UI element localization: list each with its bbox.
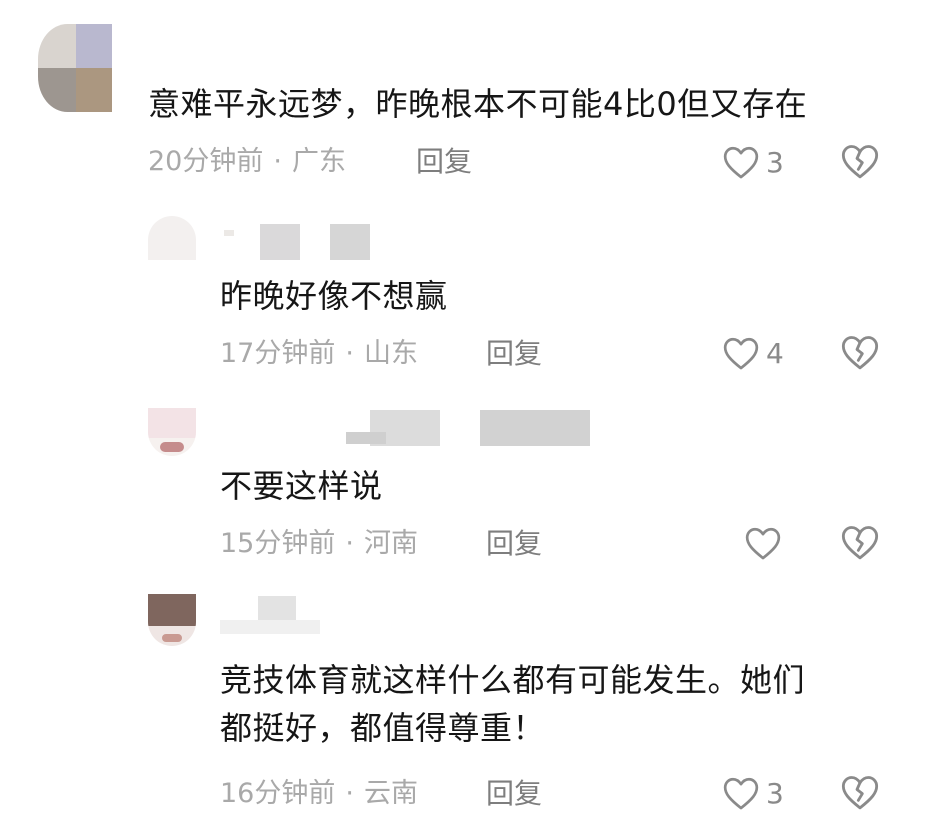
broken-heart-icon [841,336,879,370]
comment-location: 河南 [363,528,418,559]
like-button[interactable]: 3 [722,773,784,813]
separator-dot: · [273,146,282,177]
avatar[interactable] [148,408,196,456]
avatar[interactable] [38,24,112,112]
comment-item: 意难平永远梦，昨晚根本不可能4比0但又存在 20分钟前 · 广东 回复 3 [0,0,928,200]
like-button[interactable] [744,523,788,563]
separator-dot: · [345,338,354,369]
comment-location: 广东 [291,146,346,177]
reply-button[interactable]: 回复 [486,526,542,562]
comment-time: 15分钟前 [220,528,336,559]
reply-item: 不要这样说 15分钟前 · 河南 回复 [0,390,928,580]
like-count: 3 [766,776,784,810]
broken-heart-icon [841,526,879,560]
like-count: 4 [766,336,784,370]
username-redacted [220,596,380,634]
reply-button[interactable]: 回复 [486,776,542,812]
heart-outline-icon [723,146,759,179]
avatar[interactable] [148,216,196,260]
username-redacted [340,410,600,446]
comment-text: 昨晚好像不想赢 [220,277,448,315]
comment-time: 20分钟前 [148,146,264,177]
dislike-button[interactable] [840,523,880,563]
comment-text: 不要这样说 [220,467,383,505]
broken-heart-icon [841,776,879,810]
comment-time: 17分钟前 [220,338,336,369]
comment-meta: 20分钟前 · 广东 [148,144,346,180]
heart-outline-icon [745,527,781,560]
reply-item: 昨晚好像不想赢 17分钟前 · 山东 回复 4 [0,200,928,390]
comment-meta: 17分钟前 · 山东 [220,336,418,372]
dislike-button[interactable] [840,333,880,373]
separator-dot: · [345,778,354,809]
dislike-button[interactable] [840,142,880,182]
like-count: 3 [766,145,784,179]
reply-button[interactable]: 回复 [416,144,472,180]
comment-location: 云南 [363,778,418,809]
dislike-button[interactable] [840,773,880,813]
comment-text: 竞技体育就这样什么都有可能发生。她们 都挺好，都值得尊重！ [220,661,806,747]
avatar[interactable] [148,594,196,646]
username-redacted [220,224,380,260]
comment-meta: 16分钟前 · 云南 [220,776,418,812]
comment-text: 意难平永远梦，昨晚根本不可能4比0但又存在 [148,85,808,123]
comment-meta: 15分钟前 · 河南 [220,526,418,562]
heart-outline-icon [723,777,759,810]
comment-location: 山东 [363,338,418,369]
heart-outline-icon [723,337,759,370]
separator-dot: · [345,528,354,559]
reply-button[interactable]: 回复 [486,336,542,372]
reply-item: 竞技体育就这样什么都有可能发生。她们 都挺好，都值得尊重！ 16分钟前 · 云南 回… [0,580,928,837]
broken-heart-icon [841,145,879,179]
like-button[interactable]: 4 [722,333,784,373]
like-button[interactable]: 3 [722,142,784,182]
comment-time: 16分钟前 [220,778,336,809]
